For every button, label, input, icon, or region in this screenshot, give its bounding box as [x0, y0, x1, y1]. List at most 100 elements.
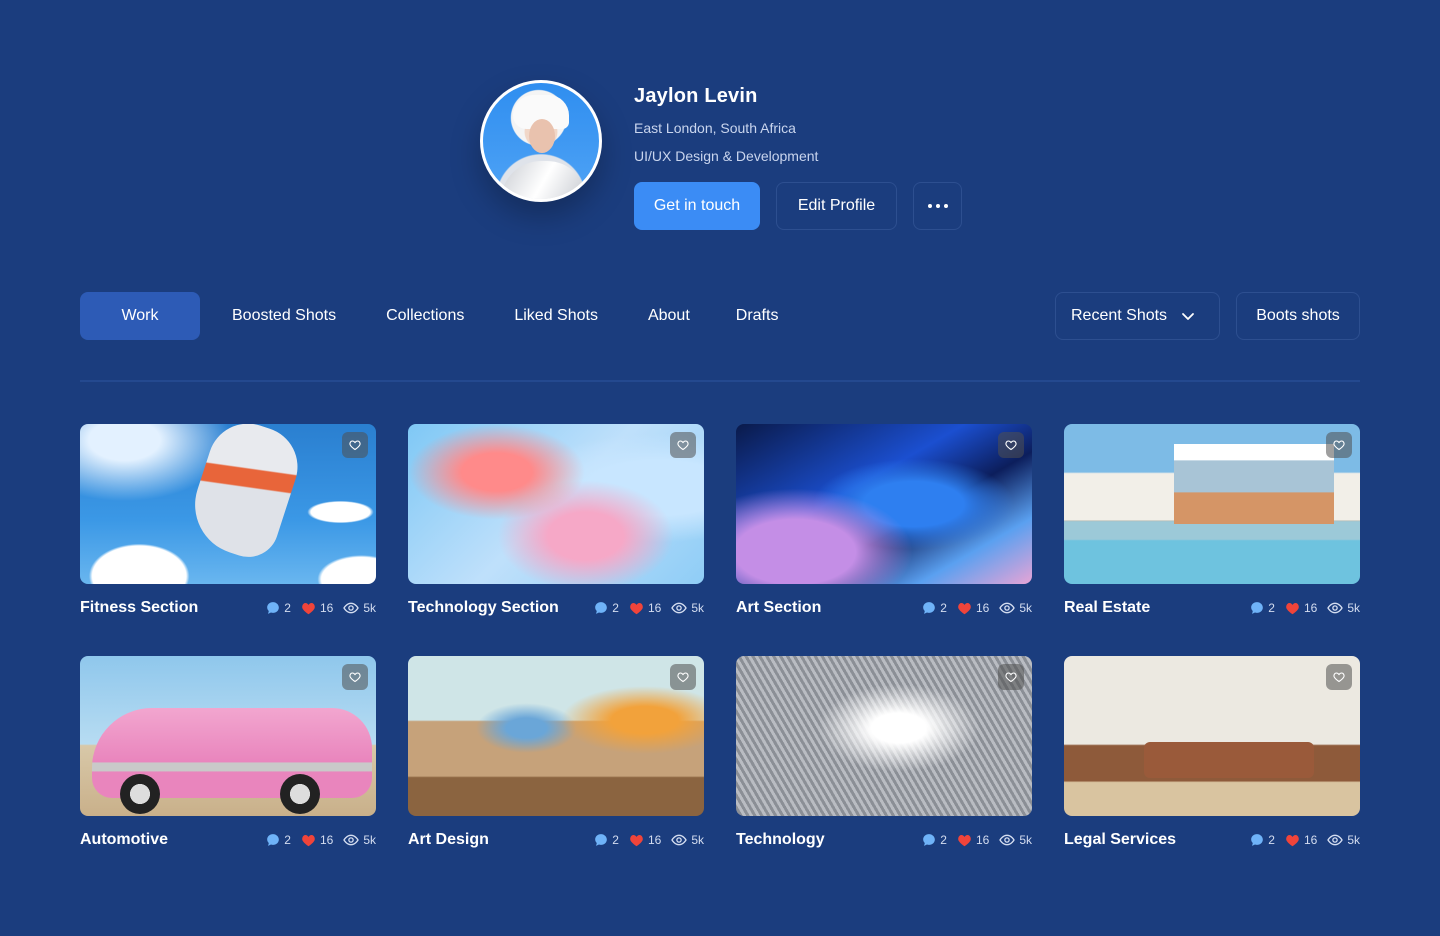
comments-count: 2 — [612, 833, 619, 847]
likes-count: 16 — [319, 833, 334, 847]
shot-stats: 2 16 5k — [922, 601, 1032, 615]
shot-card[interactable]: Real Estate 2 16 5k — [1064, 424, 1360, 624]
shot-title[interactable]: Technology — [736, 831, 825, 849]
likes-count: 16 — [647, 601, 662, 615]
tab-work[interactable]: Work — [80, 292, 200, 340]
shot-thumbnail[interactable] — [1064, 424, 1360, 584]
comment-icon — [1251, 602, 1264, 614]
shot-thumbnail[interactable] — [1064, 656, 1360, 816]
shot-thumbnail[interactable] — [80, 656, 376, 816]
profile-tabs: Work Boosted Shots Collections Liked Sho… — [80, 292, 803, 340]
comment-icon — [267, 602, 280, 614]
boost-shots-button[interactable]: Boots shots — [1236, 292, 1360, 340]
profile-actions: Get in touch Edit Profile — [634, 182, 962, 230]
eye-icon — [671, 834, 688, 846]
shot-meta: Automotive 2 16 5k — [80, 816, 376, 856]
heart-outline-icon[interactable] — [998, 432, 1024, 458]
views-stat: 5k — [1327, 833, 1360, 847]
heart-outline-icon[interactable] — [342, 432, 368, 458]
tab-drafts[interactable]: Drafts — [715, 292, 804, 340]
eye-icon — [343, 834, 360, 846]
profile-info: Jaylon Levin East London, South Africa U… — [634, 80, 962, 230]
avatar-face — [529, 119, 555, 153]
views-count: 5k — [1019, 833, 1032, 847]
eye-icon — [999, 834, 1016, 846]
sort-dropdown-label: Recent Shots — [1071, 307, 1168, 324]
comment-icon — [595, 602, 608, 614]
likes-count: 16 — [975, 601, 990, 615]
eye-icon — [1327, 602, 1344, 614]
shot-thumbnail[interactable] — [736, 424, 1032, 584]
eye-icon — [343, 602, 360, 614]
shot-card[interactable]: Art Section 2 16 5k — [736, 424, 1032, 624]
shot-title[interactable]: Real Estate — [1064, 599, 1150, 617]
shot-card[interactable]: Automotive 2 16 5k — [80, 656, 376, 856]
shot-card[interactable]: Technology Section 2 16 5k — [408, 424, 704, 624]
views-count: 5k — [691, 601, 704, 615]
comments-stat: 2 — [922, 833, 947, 847]
views-count: 5k — [691, 833, 704, 847]
comments-stat: 2 — [266, 833, 291, 847]
likes-stat: 16 — [629, 601, 661, 615]
likes-count: 16 — [647, 833, 662, 847]
get-in-touch-button[interactable]: Get in touch — [634, 182, 760, 230]
likes-stat: 16 — [1285, 601, 1317, 615]
sort-dropdown[interactable]: Recent Shots — [1055, 292, 1220, 340]
shot-card[interactable]: Art Design 2 16 5k — [408, 656, 704, 856]
tab-about[interactable]: About — [623, 292, 715, 340]
tab-liked-shots[interactable]: Liked Shots — [489, 292, 623, 340]
heart-outline-icon[interactable] — [1326, 432, 1352, 458]
comment-icon — [923, 834, 936, 846]
tab-boosted-shots[interactable]: Boosted Shots — [207, 292, 361, 340]
shot-meta: Real Estate 2 16 5k — [1064, 584, 1360, 624]
views-stat: 5k — [999, 601, 1032, 615]
shot-stats: 2 16 5k — [922, 833, 1032, 847]
tab-collections[interactable]: Collections — [361, 292, 489, 340]
shot-thumbnail[interactable] — [408, 656, 704, 816]
likes-stat: 16 — [957, 601, 989, 615]
avatar[interactable] — [480, 80, 602, 202]
thumbnail-figure — [182, 424, 308, 565]
shots-grid: Fitness Section 2 16 5k Technology Secti… — [80, 424, 1360, 856]
comment-icon — [595, 834, 608, 846]
shot-card[interactable]: Technology 2 16 5k — [736, 656, 1032, 856]
comments-stat: 2 — [594, 601, 619, 615]
shot-title[interactable]: Automotive — [80, 831, 168, 849]
shot-thumbnail[interactable] — [80, 424, 376, 584]
shot-title[interactable]: Technology Section — [408, 599, 559, 617]
shot-title[interactable]: Art Section — [736, 599, 821, 617]
edit-profile-button[interactable]: Edit Profile — [776, 182, 897, 230]
views-stat: 5k — [343, 833, 376, 847]
heart-outline-icon[interactable] — [342, 664, 368, 690]
comment-icon — [923, 602, 936, 614]
shot-stats: 2 16 5k — [266, 833, 376, 847]
heart-outline-icon[interactable] — [1326, 664, 1352, 690]
views-stat: 5k — [1327, 601, 1360, 615]
heart-icon — [302, 835, 315, 847]
shot-thumbnail[interactable] — [736, 656, 1032, 816]
heart-outline-icon[interactable] — [998, 664, 1024, 690]
thumbnail-sofa — [1144, 742, 1314, 778]
eye-icon — [1327, 834, 1344, 846]
comments-count: 2 — [612, 601, 619, 615]
likes-count: 16 — [319, 601, 334, 615]
profile-header: Jaylon Levin East London, South Africa U… — [480, 80, 962, 230]
shot-stats: 2 16 5k — [594, 601, 704, 615]
shot-card[interactable]: Legal Services 2 16 5k — [1064, 656, 1360, 856]
views-count: 5k — [1347, 833, 1360, 847]
heart-outline-icon[interactable] — [670, 432, 696, 458]
shot-title[interactable]: Legal Services — [1064, 831, 1176, 849]
heart-outline-icon[interactable] — [670, 664, 696, 690]
shot-title[interactable]: Art Design — [408, 831, 489, 849]
comments-count: 2 — [940, 601, 947, 615]
views-count: 5k — [1019, 601, 1032, 615]
shot-title[interactable]: Fitness Section — [80, 599, 198, 617]
shot-card[interactable]: Fitness Section 2 16 5k — [80, 424, 376, 624]
shot-stats: 2 16 5k — [1250, 601, 1360, 615]
views-stat: 5k — [999, 833, 1032, 847]
shot-meta: Technology 2 16 5k — [736, 816, 1032, 856]
more-options-button[interactable] — [913, 182, 962, 230]
shot-thumbnail[interactable] — [408, 424, 704, 584]
shot-meta: Legal Services 2 16 5k — [1064, 816, 1360, 856]
shot-stats: 2 16 5k — [266, 601, 376, 615]
